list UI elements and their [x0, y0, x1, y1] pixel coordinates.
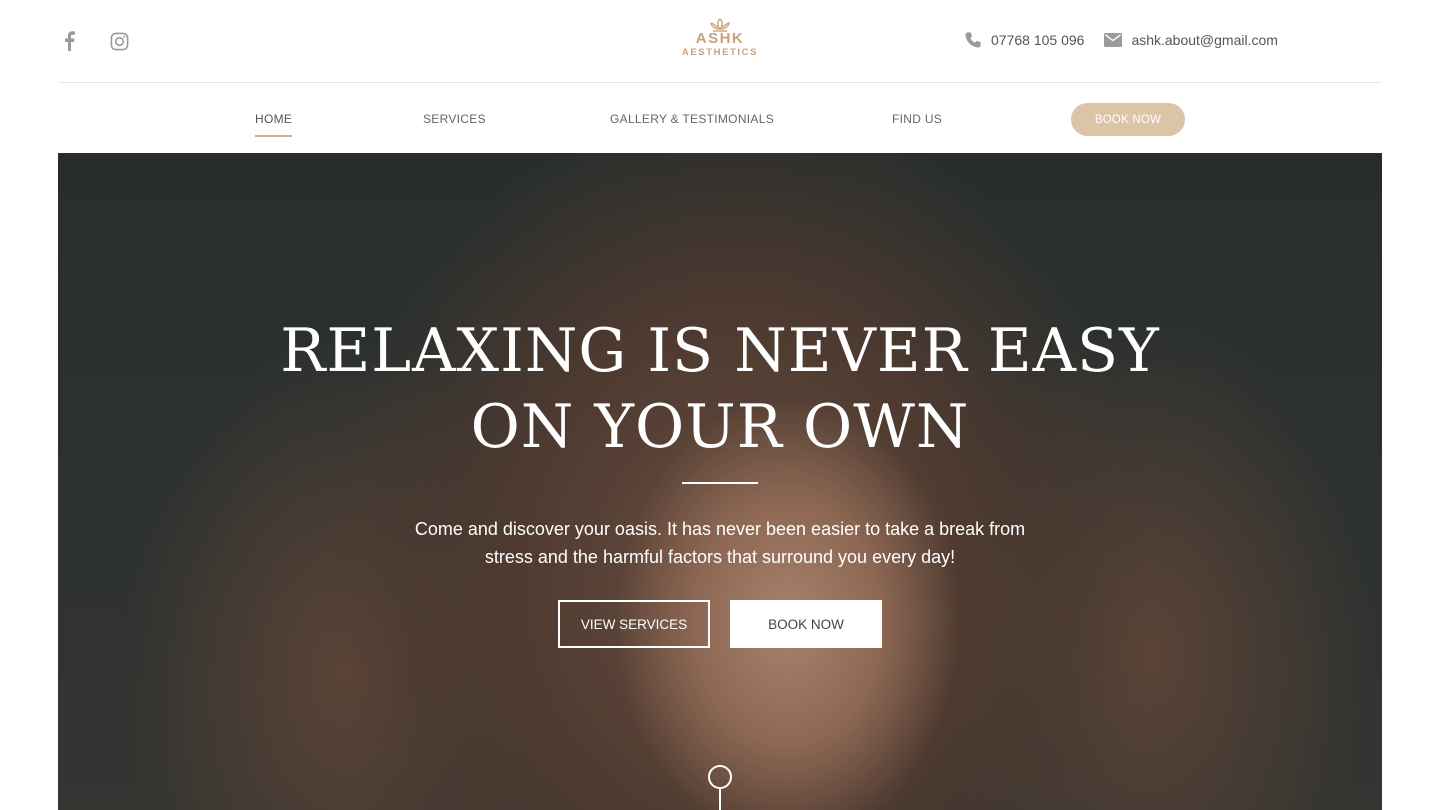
- view-services-button[interactable]: VIEW SERVICES: [558, 600, 710, 648]
- social-links: [58, 30, 130, 52]
- contact-info: 07768 105 096 ashk.about@gmail.com: [964, 31, 1278, 49]
- nav-item-gallery-testimonials[interactable]: GALLERY & TESTIMONIALS: [610, 112, 774, 126]
- logo-subtitle: AESTHETICS: [681, 47, 759, 58]
- email-link[interactable]: ashk.about@gmail.com: [1104, 32, 1278, 48]
- facebook-icon[interactable]: [58, 30, 80, 52]
- hero-title-line-2: ON YOUR OWN: [470, 392, 970, 462]
- nav-item-find-us[interactable]: FIND US: [892, 112, 942, 126]
- top-bar: ASHK AESTHETICS 07768 105 096 ashk.about…: [0, 0, 1440, 84]
- hero-subtitle-line-2: stress and the harmful factors that surr…: [484, 547, 956, 567]
- logo-title: ASHK: [695, 30, 745, 47]
- phone-link[interactable]: 07768 105 096: [964, 31, 1084, 49]
- hero-section: RELAXING IS NEVER EASY ON YOUR OWN Come …: [58, 153, 1382, 810]
- hero-title-line-1: RELAXING IS NEVER EASY: [280, 316, 1160, 386]
- nav-item-services[interactable]: SERVICES: [423, 112, 486, 126]
- header-divider: [58, 82, 1382, 83]
- phone-number: 07768 105 096: [991, 32, 1085, 48]
- main-nav: HOME SERVICES GALLERY & TESTIMONIALS FIN…: [0, 84, 1440, 153]
- hero-subtitle: Come and discover your oasis. It has nev…: [370, 515, 1070, 571]
- instagram-icon[interactable]: [108, 30, 130, 52]
- phone-icon: [965, 32, 981, 48]
- scroll-down-icon[interactable]: [707, 764, 733, 810]
- site-logo[interactable]: ASHK AESTHETICS: [670, 18, 770, 59]
- hero-book-now-button[interactable]: BOOK NOW: [730, 600, 882, 648]
- envelope-icon: [1104, 33, 1123, 47]
- nav-item-home[interactable]: HOME: [255, 112, 293, 137]
- hero-subtitle-line-1: Come and discover your oasis. It has nev…: [414, 519, 1026, 539]
- hero-divider: [682, 482, 758, 484]
- nav-book-now-button[interactable]: BOOK NOW: [1071, 103, 1185, 136]
- hero-title: RELAXING IS NEVER EASY ON YOUR OWN: [58, 313, 1382, 465]
- email-address: ashk.about@gmail.com: [1131, 32, 1278, 48]
